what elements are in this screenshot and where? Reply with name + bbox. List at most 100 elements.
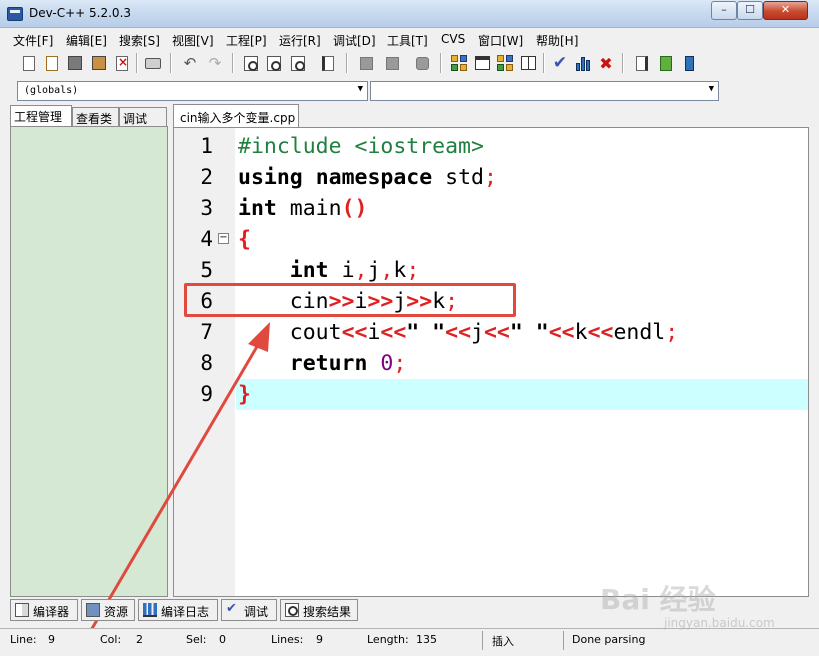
menu-edit[interactable]: 编辑[E] — [66, 32, 107, 49]
menu-view[interactable]: 视图[V] — [172, 32, 214, 49]
status-length-label: Length: — [367, 633, 409, 646]
find-next-icon[interactable] — [288, 53, 308, 73]
menu-help[interactable]: 帮助[H] — [536, 32, 578, 49]
tab-project-manager[interactable]: 工程管理 — [10, 105, 72, 126]
menu-debug[interactable]: 调试[D] — [333, 32, 376, 49]
grid-icon[interactable] — [518, 53, 538, 73]
status-lines-label: Lines: — [271, 633, 304, 646]
line-number: 1 — [200, 134, 213, 158]
save-icon[interactable] — [65, 53, 85, 73]
check-syntax-icon[interactable]: ✔ — [550, 53, 570, 73]
tab-source-file[interactable]: cin输入多个变量.cpp — [173, 104, 299, 127]
search-results-icon — [285, 603, 299, 617]
code-line: 3 int main() — [174, 193, 808, 224]
open-file-icon[interactable] — [42, 53, 62, 73]
tab-resources[interactable]: 资源 — [81, 599, 135, 621]
menu-search[interactable]: 搜索[S] — [119, 32, 160, 49]
tab-class-view[interactable]: 查看类 — [72, 107, 119, 126]
member-dropdown[interactable]: ▼ — [370, 81, 719, 101]
status-divider — [563, 631, 564, 650]
code-text: int i,j,k; — [289, 258, 420, 283]
code-line: 1 #include <iostream> — [174, 131, 808, 162]
menu-tools[interactable]: 工具[T] — [387, 32, 428, 49]
title-bar: Dev-C++ 5.2.0.3 – ☐ ✕ — [0, 0, 819, 28]
chevron-down-icon: ▼ — [357, 84, 363, 94]
toolbar-separator — [346, 53, 348, 73]
code-line: 7 cout<<i<<" "<<j<<" "<<k<<endl; — [174, 317, 808, 348]
watermark-logo: Bai 经验 — [600, 583, 716, 616]
new-project-icon[interactable] — [449, 53, 469, 73]
status-line-label: Line: — [10, 633, 37, 646]
tab-compile-log[interactable]: 编译日志 — [138, 599, 218, 621]
redo-icon[interactable]: ↷ — [205, 53, 225, 73]
save-all-icon[interactable] — [89, 53, 109, 73]
project-tree-panel[interactable] — [10, 126, 168, 597]
chart-icon[interactable] — [573, 53, 593, 73]
undo-icon[interactable]: ↶ — [180, 53, 200, 73]
replace-icon[interactable] — [264, 53, 284, 73]
toolbar: ↶ ↷ ✔ ✖ — [0, 50, 819, 76]
fold-toggle[interactable]: − — [218, 233, 229, 244]
indent-icon[interactable] — [382, 53, 402, 73]
line-number: 8 — [200, 351, 213, 375]
toolbar-separator — [543, 53, 545, 73]
delete-icon[interactable]: ✖ — [596, 53, 616, 73]
code-text: { — [238, 227, 251, 252]
toolbar-separator — [232, 53, 234, 73]
maximize-button[interactable]: ☐ — [737, 1, 763, 20]
tab-debug-output[interactable]: ✔ 调试 — [221, 599, 277, 621]
code-text: using namespace std; — [238, 165, 497, 190]
left-panel-tabs: 工程管理 查看类 调试 — [10, 105, 168, 126]
code-editor[interactable]: 1 #include <iostream> 2 using namespace … — [173, 127, 809, 597]
status-col-label: Col: — [100, 633, 122, 646]
line-number: 7 — [200, 320, 213, 344]
toggle-comment-icon[interactable] — [412, 53, 432, 73]
menu-window[interactable]: 窗口[W] — [478, 32, 523, 49]
compiler-icon — [15, 603, 29, 617]
close-file-icon[interactable] — [112, 53, 132, 73]
tab-label: 调试 — [244, 605, 269, 619]
unindent-icon[interactable] — [356, 53, 376, 73]
print-icon[interactable] — [143, 53, 163, 73]
menu-bar: 文件[F] 编辑[E] 搜索[S] 视图[V] 工程[P] 运行[R] 调试[D… — [0, 29, 819, 49]
toolbar-separator — [136, 53, 138, 73]
tab-search-results[interactable]: 搜索结果 — [280, 599, 358, 621]
toolbar-separator — [170, 53, 172, 73]
status-line-value: 9 — [48, 633, 55, 646]
line-number: 9 — [200, 382, 213, 406]
tab-label: 资源 — [104, 605, 129, 619]
status-sel-value: 0 — [219, 633, 226, 646]
scope-dropdown[interactable]: (globals) ▼ — [17, 81, 368, 101]
app-icon — [7, 7, 23, 21]
add-to-project-icon[interactable] — [656, 53, 676, 73]
insert-icon[interactable] — [632, 53, 652, 73]
code-text: } — [238, 382, 251, 407]
goto-line-icon[interactable] — [318, 53, 338, 73]
resources-icon — [86, 603, 100, 617]
menu-file[interactable]: 文件[F] — [13, 32, 53, 49]
code-line: 2 using namespace std; — [174, 162, 808, 193]
status-col-value: 2 — [136, 633, 143, 646]
tab-label: 编译器 — [33, 605, 70, 619]
window-icon[interactable] — [472, 53, 492, 73]
info-icon[interactable] — [679, 53, 699, 73]
status-divider — [482, 631, 483, 650]
minimize-button[interactable]: – — [711, 1, 737, 20]
code-line: 4 − { — [174, 224, 808, 255]
window-title: Dev-C++ 5.2.0.3 — [29, 6, 132, 20]
menu-project[interactable]: 工程[P] — [226, 32, 267, 49]
find-icon[interactable] — [241, 53, 261, 73]
toolbar-separator — [440, 53, 442, 73]
tab-debug[interactable]: 调试 — [119, 107, 167, 126]
code-text: return 0; — [289, 351, 407, 376]
code-line: 9 } — [174, 379, 808, 410]
class-browser-icon[interactable] — [495, 53, 515, 73]
menu-cvs[interactable]: CVS — [441, 32, 465, 46]
menu-run[interactable]: 运行[R] — [279, 32, 321, 49]
line-number: 2 — [200, 165, 213, 189]
status-lines-value: 9 — [316, 633, 323, 646]
status-parse: Done parsing — [572, 633, 646, 646]
new-file-icon[interactable] — [19, 53, 39, 73]
tab-compiler[interactable]: 编译器 — [10, 599, 78, 621]
close-button[interactable]: ✕ — [763, 1, 808, 20]
